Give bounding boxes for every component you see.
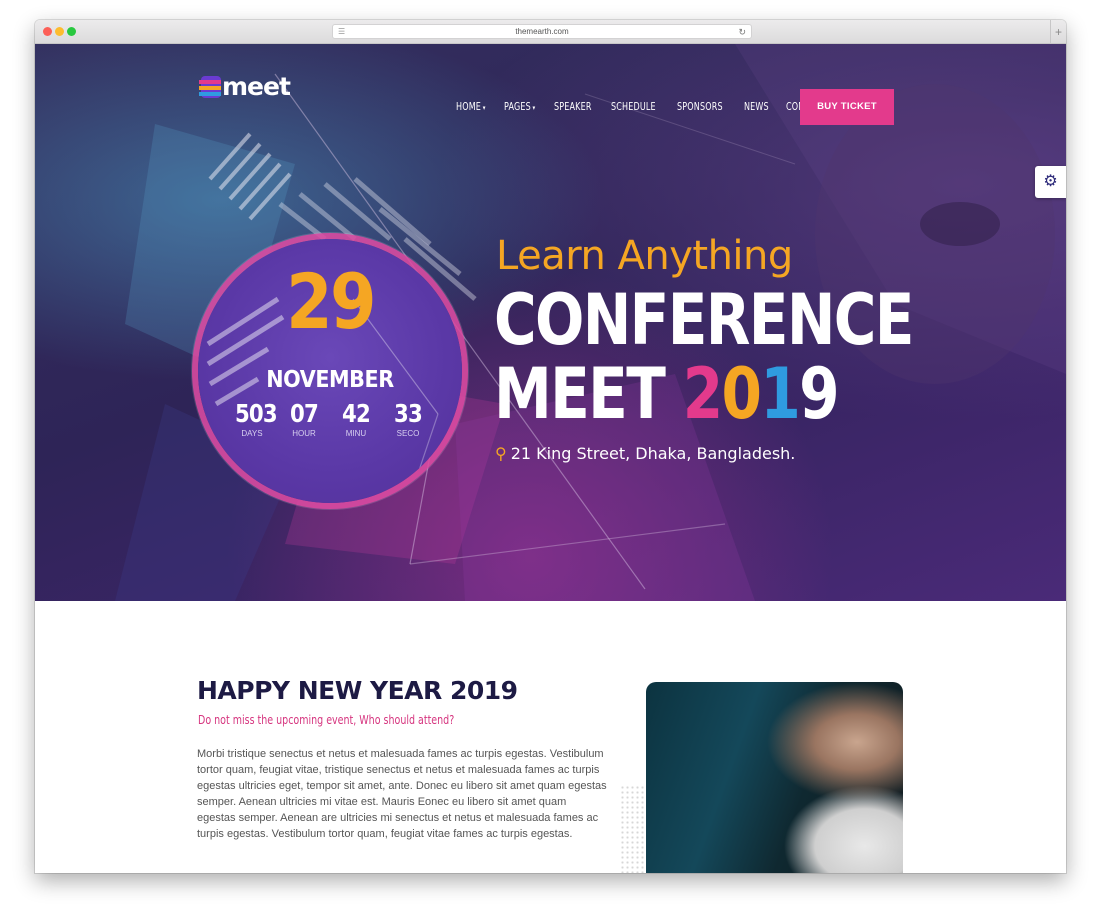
new-tab-button[interactable]: + (1050, 20, 1066, 44)
minimize-window-button[interactable] (55, 27, 64, 36)
close-window-button[interactable] (43, 27, 52, 36)
hero-title-line-2: MEET 2019 (494, 353, 840, 435)
nav-item-sponsors[interactable]: SPONSORS (677, 101, 723, 113)
event-month: NOVEMBER (266, 367, 394, 393)
event-day: 29 (286, 257, 376, 346)
hero-banner: meet HOME ▾ PAGES ▾ SPEAKER SCHEDULE SPONS… (35, 44, 1066, 601)
year-digit: 9 (799, 353, 839, 435)
about-body: Morbi tristique senectus et netus et mal… (197, 748, 607, 840)
address-bar[interactable]: ☰ themearth.com ↻ (332, 24, 752, 39)
nav-item-pages[interactable]: PAGES ▾ (504, 101, 535, 113)
main-nav: HOME ▾ PAGES ▾ SPEAKER SCHEDULE SPONSORS N… (456, 101, 845, 113)
nav-item-speaker[interactable]: SPEAKER (554, 101, 592, 113)
about-title: HAPPY NEW YEAR 2019 (197, 676, 518, 705)
url-text: themearth.com (515, 27, 569, 36)
event-date-badge: 29 NOVEMBER 503 DAYS 07 HOUR 42 MINU 33 … (198, 239, 462, 503)
address-text: 21 King Street, Dhaka, Bangladesh. (510, 444, 796, 463)
countdown-value: 07 (290, 399, 319, 428)
nav-item-home[interactable]: HOME ▾ (456, 101, 486, 113)
nav-item-news[interactable]: NEWS (744, 101, 769, 113)
about-subtitle: Do not miss the upcoming event, Who shou… (198, 713, 455, 727)
countdown-label: SECO (396, 429, 420, 438)
gear-icon[interactable]: ⚙ (1035, 166, 1066, 198)
hero-title-line-1: CONFERENCE (494, 279, 914, 361)
reload-icon[interactable]: ↻ (738, 25, 746, 39)
browser-toolbar: ☰ themearth.com ↻ + (35, 20, 1066, 44)
event-address: ⚲ 21 King Street, Dhaka, Bangladesh. (495, 444, 795, 463)
hero-title-prefix: MEET (494, 353, 666, 435)
speaker-photo (646, 682, 903, 873)
countdown-days: 503 DAYS (232, 399, 278, 438)
logo-text: meet (222, 72, 291, 101)
maximize-window-button[interactable] (67, 27, 76, 36)
nav-label-pages: PAGES (503, 101, 531, 113)
countdown-label: MINU (345, 429, 367, 438)
countdown-label: DAYS (241, 429, 263, 438)
browser-window: ☰ themearth.com ↻ + meet HOME ▾ PAGES ▾ … (35, 20, 1066, 873)
nav-item-schedule[interactable]: SCHEDULE (611, 101, 656, 113)
countdown-value: 42 (342, 399, 371, 428)
countdown-minutes: 42 MINU (336, 399, 376, 438)
countdown-seconds: 33 SECO (388, 399, 428, 438)
year-digit: 1 (760, 353, 800, 435)
buy-ticket-button[interactable]: BUY TICKET (800, 89, 894, 125)
countdown-value: 503 (235, 399, 278, 428)
nav-label-home: HOME (456, 101, 482, 113)
countdown-label: HOUR (292, 429, 316, 438)
countdown-timer: 503 DAYS 07 HOUR 42 MINU 33 SECO (198, 399, 462, 438)
chevron-down-icon: ▾ (532, 104, 536, 112)
reader-icon[interactable]: ☰ (338, 25, 345, 39)
countdown-hours: 07 HOUR (284, 399, 324, 438)
year-digit: 2 (682, 353, 723, 435)
year-digit: 0 (721, 353, 762, 435)
countdown-value: 33 (394, 399, 423, 428)
map-pin-icon: ⚲ (495, 444, 507, 463)
chevron-down-icon: ▾ (482, 104, 486, 112)
hero-kicker: Learn Anything (496, 233, 793, 279)
